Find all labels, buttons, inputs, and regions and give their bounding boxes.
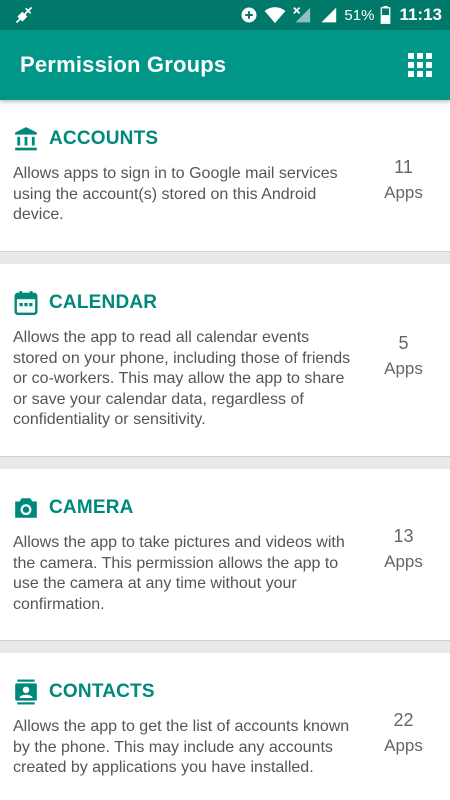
status-left	[14, 5, 240, 25]
bank-icon	[13, 126, 39, 152]
group-title: CALENDAR	[49, 292, 158, 313]
battery-icon	[381, 6, 391, 24]
group-description: Allows the app to read all calendar even…	[13, 329, 351, 428]
app-count-unit: Apps	[384, 552, 423, 571]
clock: 11:13	[399, 5, 442, 24]
permission-group-camera[interactable]: CAMERA Allows the app to take pictures a…	[0, 469, 450, 641]
app-count-unit: Apps	[384, 183, 423, 202]
group-description: Allows apps to sign in to Google mail se…	[13, 165, 338, 223]
satellite-off-icon	[15, 6, 33, 24]
permission-group-contacts[interactable]: CONTACTS Allows the app to get the list …	[0, 653, 450, 800]
card-body: Allows the app to take pictures and vide…	[13, 526, 450, 615]
card-body: Allows the app to read all calendar even…	[13, 328, 450, 431]
grid-icon[interactable]	[408, 53, 432, 77]
card-header: ACCOUNTS	[13, 126, 450, 152]
app-count-number: 13	[393, 526, 414, 546]
app-count-unit: Apps	[384, 359, 423, 378]
permission-group-calendar[interactable]: CALENDAR Allows the app to read all cale…	[0, 264, 450, 457]
page-title: Permission Groups	[20, 52, 227, 77]
card-body: Allows the app to get the list of accoun…	[13, 710, 450, 779]
card-header: CALENDAR	[13, 290, 450, 316]
app-count-number: 5	[398, 333, 409, 353]
status-right: 51% 11:13	[240, 5, 442, 25]
group-description: Allows the app to take pictures and vide…	[13, 534, 345, 613]
wifi-icon	[265, 7, 286, 24]
group-title: CONTACTS	[49, 681, 155, 702]
app-count: 13 Apps	[357, 523, 450, 615]
app-count-unit: Apps	[384, 736, 423, 755]
app-count-number: 11	[394, 157, 413, 177]
group-title: CAMERA	[49, 497, 134, 518]
status-bar: 51% 11:13	[0, 0, 450, 30]
camera-icon	[13, 495, 39, 521]
signal-icon	[321, 7, 337, 23]
data-saver-icon	[241, 7, 257, 23]
app-count: 5 Apps	[357, 318, 450, 431]
app-count-number: 22	[393, 710, 414, 730]
card-body: Allows apps to sign in to Google mail se…	[13, 157, 450, 226]
app-count: 22 Apps	[357, 707, 450, 779]
calendar-icon	[13, 290, 39, 316]
app-bar: Permission Groups	[0, 30, 450, 100]
group-description: Allows the app to get the list of accoun…	[13, 718, 350, 776]
permission-group-accounts[interactable]: ACCOUNTS Allows apps to sign in to Googl…	[0, 100, 450, 252]
permission-group-list: ACCOUNTS Allows apps to sign in to Googl…	[0, 100, 450, 800]
no-signal-icon	[293, 7, 311, 23]
contacts-icon	[13, 679, 39, 705]
card-header: CAMERA	[13, 495, 450, 521]
app-count: 11 Apps	[357, 154, 450, 226]
group-title: ACCOUNTS	[49, 128, 159, 149]
battery-percent: 51%	[344, 6, 375, 24]
card-header: CONTACTS	[13, 679, 450, 705]
